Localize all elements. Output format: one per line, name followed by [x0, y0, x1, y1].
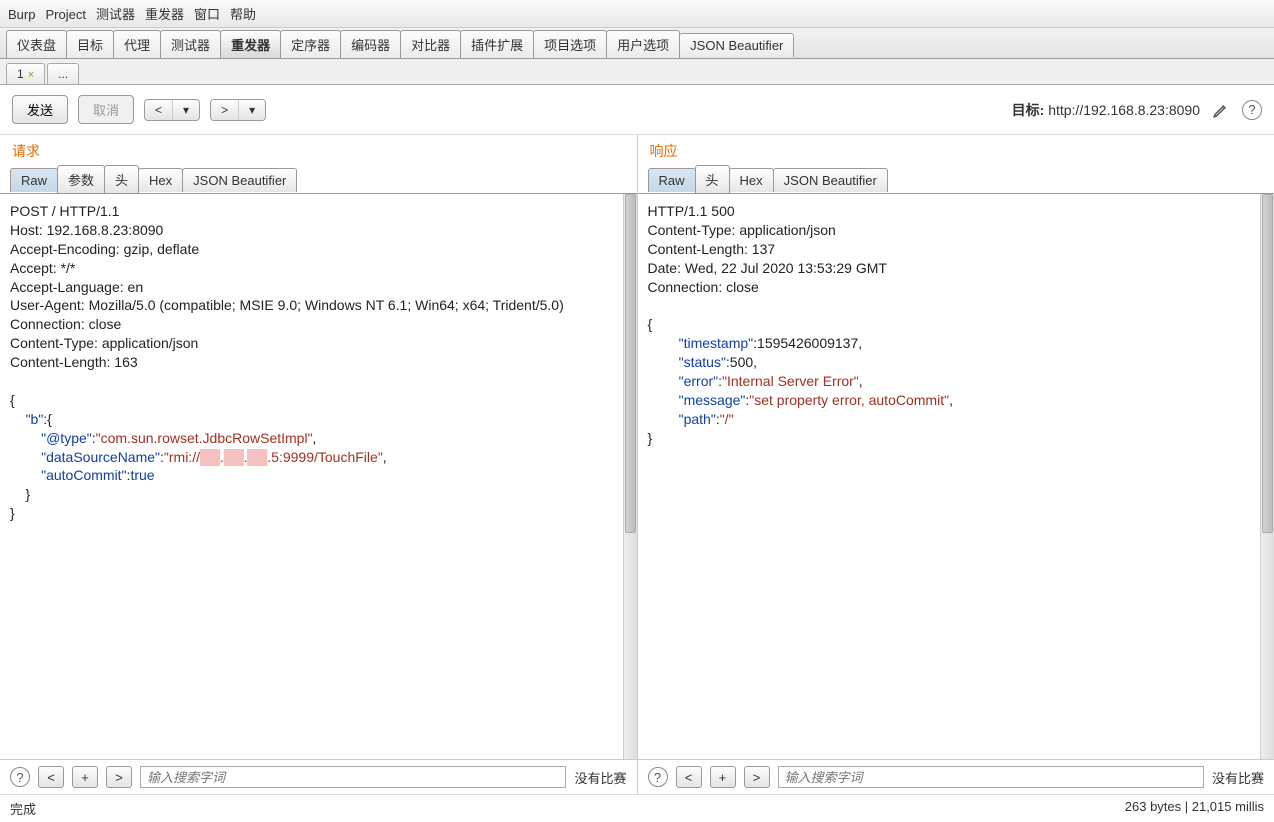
action-toolbar: 发送 取消 < ▾ > ▾ 目标: http://192.168.8.23:80… [0, 85, 1274, 135]
main-tab-6[interactable]: 编码器 [340, 30, 401, 58]
history-forward-dropdown[interactable]: ▾ [239, 100, 265, 120]
main-tab-9[interactable]: 项目选项 [533, 30, 607, 58]
response-search-bar: ? < + > 没有比赛 [638, 759, 1274, 794]
request-search-bar: ? < + > 没有比赛 [0, 759, 637, 794]
response-search-prev-button[interactable]: < [676, 766, 702, 788]
main-tab-11[interactable]: JSON Beautifier [679, 33, 794, 57]
main-tab-2[interactable]: 代理 [113, 30, 161, 58]
main-tab-10[interactable]: 用户选项 [606, 30, 680, 58]
request-search-prev-button[interactable]: < [38, 766, 64, 788]
main-tab-4[interactable]: 重发器 [220, 30, 281, 58]
history-back-dropdown[interactable]: ▾ [173, 100, 199, 120]
close-icon[interactable]: × [28, 69, 34, 81]
edit-target-icon[interactable] [1210, 99, 1232, 121]
request-search-help-icon[interactable]: ? [10, 767, 30, 787]
split-panels: 请求 Raw参数头HexJSON Beautifier POST / HTTP/… [0, 135, 1274, 794]
main-tab-7[interactable]: 对比器 [400, 30, 461, 58]
menu-帮助[interactable]: 帮助 [230, 7, 256, 22]
response-title: 响应 [638, 135, 1274, 165]
view-tab-Hex[interactable]: Hex [138, 168, 183, 192]
main-tab-0[interactable]: 仪表盘 [6, 30, 67, 58]
history-forward-group: > ▾ [210, 99, 266, 121]
repeater-tab-0[interactable]: 1× [6, 63, 45, 84]
response-search-input[interactable] [778, 766, 1204, 788]
view-tab-Raw[interactable]: Raw [648, 168, 696, 192]
response-search-next-button[interactable]: > [744, 766, 770, 788]
main-tab-strip: 仪表盘目标代理测试器重发器定序器编码器对比器插件扩展项目选项用户选项JSON B… [0, 28, 1274, 59]
view-tab-JSON Beautifier[interactable]: JSON Beautifier [773, 168, 888, 192]
response-panel: 响应 Raw头HexJSON Beautifier HTTP/1.1 500 C… [638, 135, 1274, 794]
view-tab-Hex[interactable]: Hex [729, 168, 774, 192]
menu-测试器[interactable]: 测试器 [96, 7, 135, 22]
request-search-result: 没有比赛 [574, 768, 626, 787]
help-icon[interactable]: ? [1242, 100, 1262, 120]
request-search-input[interactable] [140, 766, 566, 788]
send-button[interactable]: 发送 [12, 95, 68, 124]
request-panel: 请求 Raw参数头HexJSON Beautifier POST / HTTP/… [0, 135, 638, 794]
request-search-next-button[interactable]: > [106, 766, 132, 788]
menu-重发器[interactable]: 重发器 [145, 7, 184, 22]
response-search-add-button[interactable]: + [710, 766, 736, 788]
request-view-tabs: Raw参数头HexJSON Beautifier [0, 165, 637, 193]
target-label: 目标: http://192.168.8.23:8090 [1012, 100, 1200, 120]
status-bar: 完成 263 bytes | 21,015 millis [0, 794, 1274, 822]
response-view-tabs: Raw头HexJSON Beautifier [638, 165, 1274, 193]
main-tab-8[interactable]: 插件扩展 [460, 30, 534, 58]
response-viewer[interactable]: HTTP/1.1 500 Content-Type: application/j… [638, 194, 1261, 759]
main-tab-5[interactable]: 定序器 [280, 30, 341, 58]
history-back-group: < ▾ [144, 99, 200, 121]
history-forward-button[interactable]: > [211, 100, 239, 120]
repeater-tab-1[interactable]: ... [47, 63, 79, 84]
view-tab-参数[interactable]: 参数 [57, 165, 105, 193]
menu-Project[interactable]: Project [45, 7, 85, 22]
history-back-button[interactable]: < [145, 100, 173, 120]
main-tab-1[interactable]: 目标 [66, 30, 114, 58]
view-tab-头[interactable]: 头 [104, 165, 139, 193]
response-search-help-icon[interactable]: ? [648, 767, 668, 787]
view-tab-头[interactable]: 头 [695, 165, 730, 193]
view-tab-JSON Beautifier[interactable]: JSON Beautifier [182, 168, 297, 192]
menu-Burp[interactable]: Burp [8, 7, 35, 22]
menubar: Burp Project 测试器重发器窗口帮助 [0, 0, 1274, 28]
view-tab-Raw[interactable]: Raw [10, 168, 58, 192]
status-left: 完成 [10, 799, 36, 818]
request-title: 请求 [0, 135, 637, 165]
status-right: 263 bytes | 21,015 millis [1125, 799, 1264, 818]
repeater-subtabs: 1×... [0, 59, 1274, 85]
cancel-button[interactable]: 取消 [78, 95, 134, 124]
main-tab-3[interactable]: 测试器 [160, 30, 221, 58]
response-scrollbar[interactable] [1260, 194, 1274, 759]
menu-窗口[interactable]: 窗口 [194, 7, 220, 22]
request-editor[interactable]: POST / HTTP/1.1 Host: 192.168.8.23:8090 … [0, 194, 623, 759]
response-search-result: 没有比赛 [1212, 768, 1264, 787]
request-search-add-button[interactable]: + [72, 766, 98, 788]
request-scrollbar[interactable] [623, 194, 637, 759]
